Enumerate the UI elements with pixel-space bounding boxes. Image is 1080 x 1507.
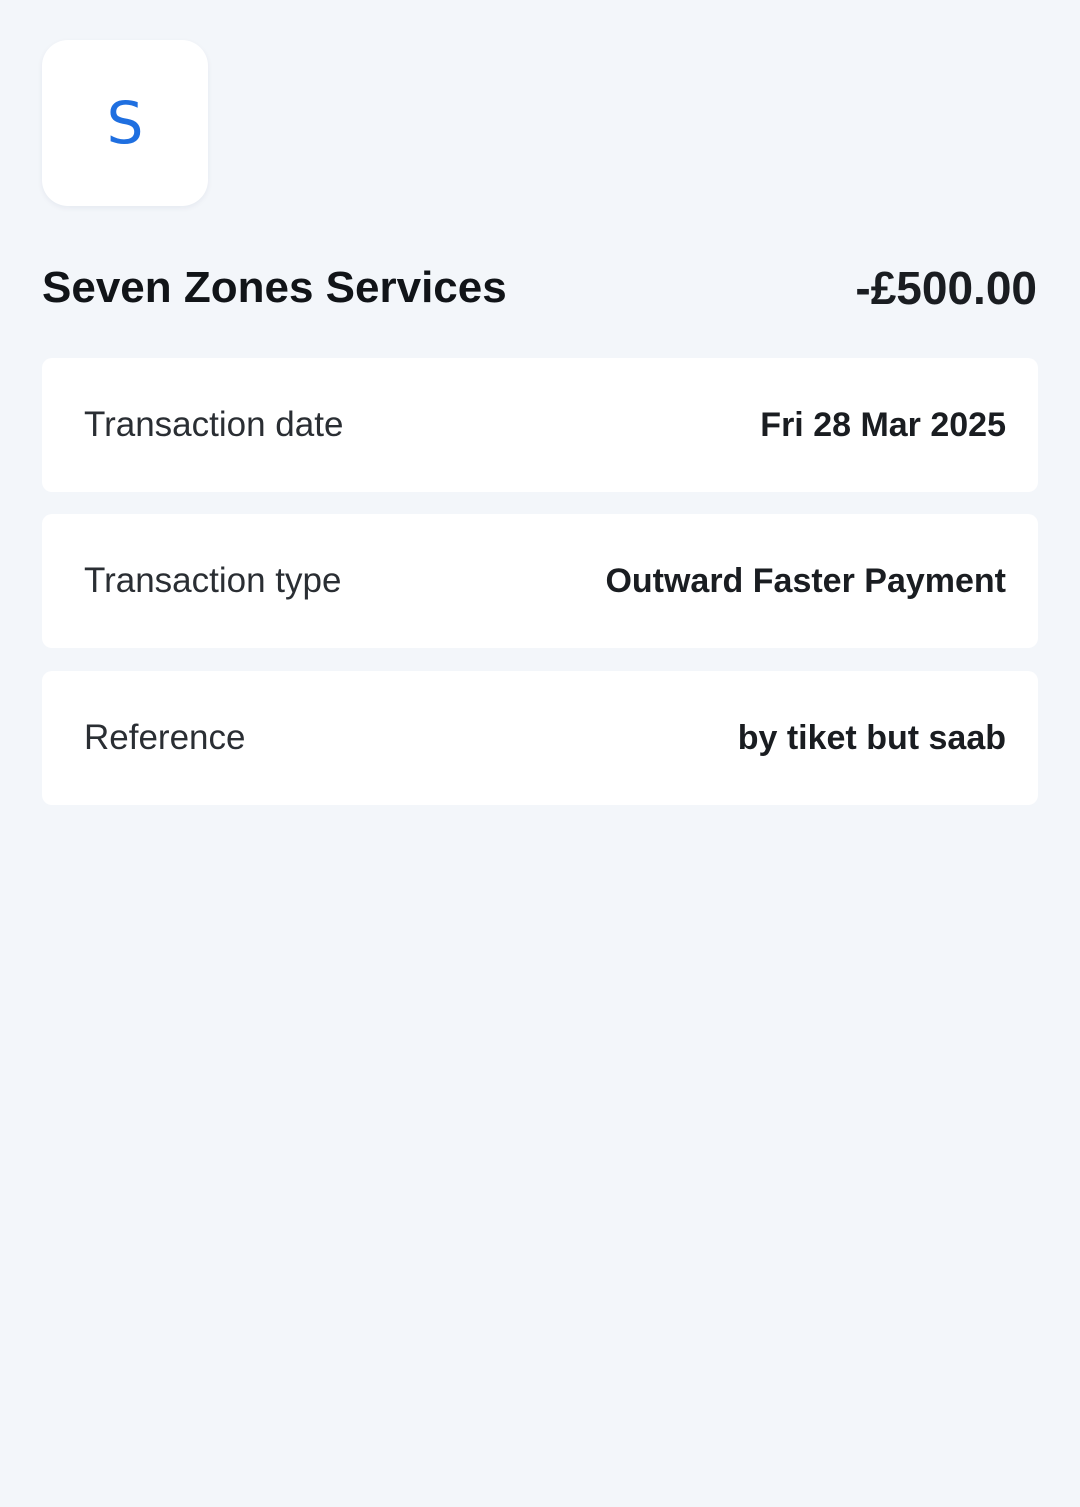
detail-label: Reference — [84, 718, 246, 757]
transaction-detail-page: S Seven Zones Services -£500.00 Transact… — [0, 0, 1080, 1507]
transaction-header: Seven Zones Services -£500.00 — [42, 258, 1037, 318]
detail-value: Fri 28 Mar 2025 — [760, 405, 1006, 444]
merchant-initial: S — [106, 89, 144, 157]
detail-value: Outward Faster Payment — [605, 561, 1006, 600]
merchant-name: Seven Zones Services — [42, 263, 507, 312]
merchant-avatar: S — [42, 40, 208, 206]
detail-row-reference: Reference by tiket but saab — [42, 671, 1038, 805]
transaction-amount: -£500.00 — [855, 262, 1037, 314]
detail-label: Transaction type — [84, 561, 342, 600]
detail-label: Transaction date — [84, 405, 344, 444]
detail-value: by tiket but saab — [737, 718, 1006, 757]
detail-row-transaction-date: Transaction date Fri 28 Mar 2025 — [42, 358, 1038, 492]
detail-row-transaction-type: Transaction type Outward Faster Payment — [42, 514, 1038, 648]
